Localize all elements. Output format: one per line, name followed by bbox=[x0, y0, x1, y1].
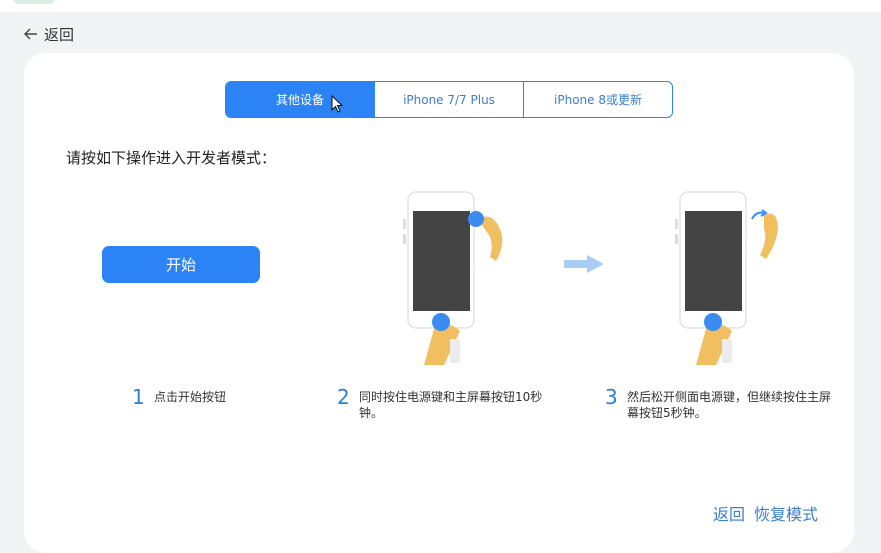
step-number: 1 bbox=[132, 385, 145, 409]
top-accent bbox=[14, 0, 54, 4]
right-arrow-icon bbox=[563, 254, 605, 278]
tab-other-devices[interactable]: 其他设备 bbox=[226, 82, 375, 117]
phone-illustration bbox=[672, 189, 802, 373]
mouse-cursor-icon bbox=[331, 94, 344, 116]
recovery-mode-link[interactable]: 恢复模式 bbox=[754, 501, 818, 525]
phone-illustration bbox=[400, 189, 530, 373]
step-number: 3 bbox=[605, 385, 618, 409]
footer-links: 返回 恢复模式 bbox=[713, 501, 818, 525]
tab-iphone-7[interactable]: iPhone 7/7 Plus bbox=[375, 82, 524, 117]
back-label: 返回 bbox=[44, 25, 75, 44]
tab-iphone-8[interactable]: iPhone 8或更新 bbox=[524, 82, 672, 117]
step-text: 同时按住电源键和主屏幕按钮10秒钟。 bbox=[359, 390, 543, 420]
step-number: 2 bbox=[337, 385, 350, 409]
step-text: 点击开始按钮 bbox=[154, 390, 227, 404]
step-2: 2 同时按住电源键和主屏幕按钮10秒钟。 bbox=[337, 386, 554, 421]
tab-label: iPhone 8或更新 bbox=[554, 93, 642, 107]
tab-label: iPhone 7/7 Plus bbox=[403, 92, 495, 107]
top-bar bbox=[0, 0, 881, 12]
start-button[interactable]: 开始 bbox=[102, 246, 260, 283]
back-button[interactable]: 返回 bbox=[24, 22, 74, 46]
step-1: 1 点击开始按钮 bbox=[132, 386, 226, 408]
main-card: 其他设备 iPhone 7/7 Plus iPhone 8或更新 请按如下操作进… bbox=[24, 53, 854, 553]
step-text: 然后松开侧面电源键，但继续按住主屏幕按钮5秒钟。 bbox=[627, 390, 832, 420]
tab-label: 其他设备 bbox=[275, 93, 324, 107]
device-tabs: 其他设备 iPhone 7/7 Plus iPhone 8或更新 bbox=[225, 81, 673, 118]
instruction-text: 请按如下操作进入开发者模式： bbox=[66, 149, 277, 167]
step-3: 3 然后松开侧面电源键，但继续按住主屏幕按钮5秒钟。 bbox=[605, 386, 832, 421]
back-arrow-icon bbox=[24, 28, 38, 40]
footer-back-link[interactable]: 返回 bbox=[713, 501, 745, 525]
